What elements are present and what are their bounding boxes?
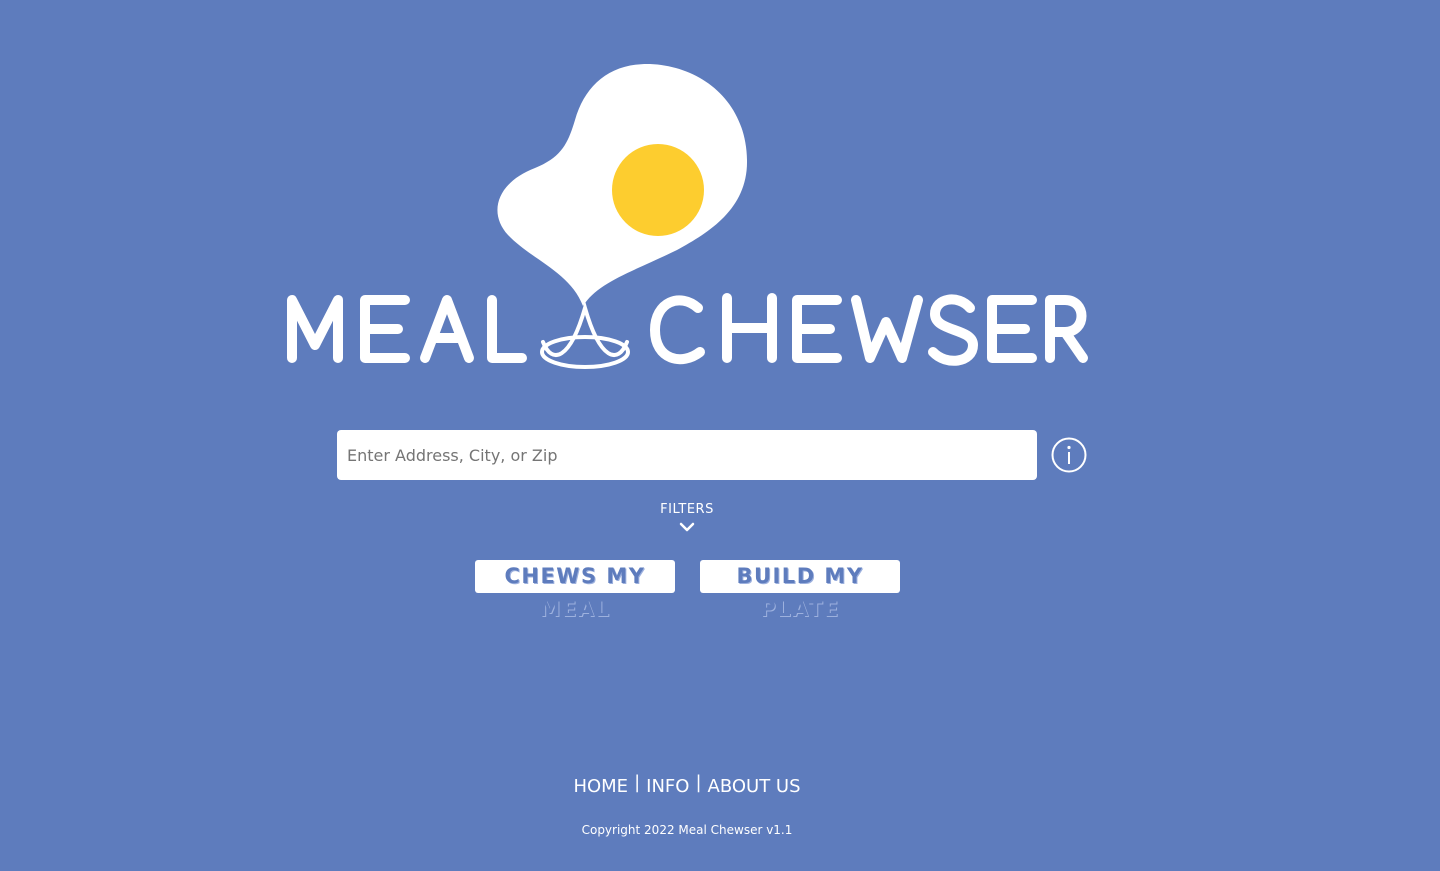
info-circle-icon[interactable] — [1051, 437, 1087, 473]
meal-chewser-logo — [287, 63, 1088, 369]
logo-wordmark — [287, 293, 1088, 366]
address-search-input[interactable] — [337, 430, 1037, 480]
home-page: FILTERS CHEWS MY MEAL BUILD MY PLATE HOM… — [0, 0, 1440, 871]
footer-link-about-us[interactable]: ABOUT US — [708, 776, 801, 797]
footer-link-info[interactable]: INFO — [646, 776, 689, 797]
build-my-plate-button[interactable]: BUILD MY PLATE — [700, 560, 900, 621]
footer-link-home[interactable]: HOME — [573, 776, 628, 797]
egg-pin-icon — [497, 63, 748, 369]
search-bar — [337, 430, 1097, 480]
footer-separator: | — [634, 772, 641, 793]
chews-my-meal-button[interactable]: CHEWS MY MEAL — [475, 560, 675, 621]
filters-toggle[interactable]: FILTERS — [620, 500, 754, 534]
footer-nav: HOME | INFO | ABOUT US — [0, 772, 1374, 802]
copyright-text: Copyright 2022 Meal Chewser v1.1 — [581, 823, 793, 837]
filters-label: FILTERS — [660, 502, 714, 517]
footer-separator: | — [695, 772, 702, 793]
chevron-down-icon — [679, 522, 695, 532]
